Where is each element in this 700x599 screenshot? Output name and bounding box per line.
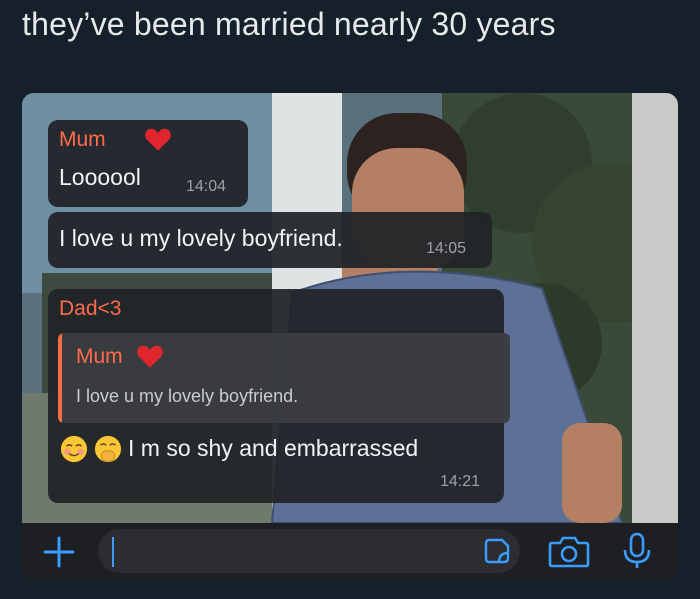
message-text: I love u my lovely boyfriend. <box>59 225 343 251</box>
message-input[interactable] <box>98 529 520 573</box>
text-caret <box>112 537 114 567</box>
message-sender: Mum <box>59 128 106 151</box>
message-sender: Dad<3 <box>59 297 122 320</box>
heart-emoji-icon <box>145 128 171 151</box>
quoted-text: I love u my lovely boyfriend. <box>76 386 299 406</box>
plus-icon[interactable] <box>42 535 76 569</box>
sticker-icon[interactable] <box>484 538 510 564</box>
heart-emoji-icon <box>137 345 163 368</box>
camera-icon[interactable] <box>548 534 590 568</box>
message-timestamp: 14:05 <box>426 240 467 257</box>
microphone-icon[interactable] <box>622 532 652 570</box>
message-composer <box>22 523 678 579</box>
post-caption: they’ve been married nearly 30 years <box>22 6 556 42</box>
chat-screenshot: Mum Loooool 14:04 I love u my lovely boy… <box>22 93 678 579</box>
quote-accent-bar <box>58 333 62 423</box>
message-timestamp: 14:21 <box>440 473 481 490</box>
message-timestamp: 14:04 <box>186 178 227 195</box>
message-bubble[interactable]: Mum Loooool 14:04 <box>48 120 248 207</box>
message-bubble[interactable]: Dad<3 Mum I love u my lovely boyfriend. … <box>48 289 510 503</box>
message-bubble[interactable]: I love u my lovely boyfriend. 14:05 <box>48 212 492 268</box>
quoted-sender: Mum <box>76 345 123 368</box>
hand-over-mouth-emoji-icon <box>94 435 122 463</box>
message-text: I m so shy and embarrassed <box>128 435 419 461</box>
smiling-blush-emoji-icon <box>60 435 88 463</box>
message-text: Loooool <box>59 164 141 190</box>
quoted-message[interactable]: Mum I love u my lovely boyfriend. <box>58 333 510 423</box>
